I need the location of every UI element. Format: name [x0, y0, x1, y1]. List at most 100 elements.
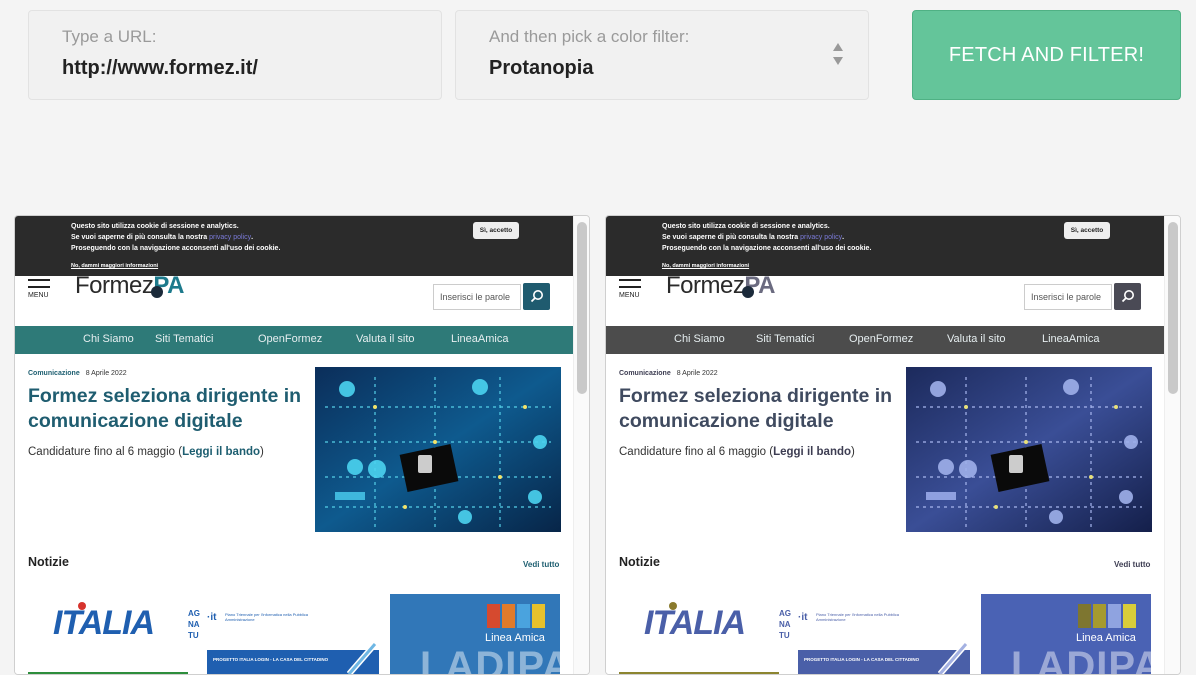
italia-logo-text: ITALIA [53, 604, 155, 642]
news-thumb-piano-triennale[interactable]: ·it Piano Triennale per l'informatica ne… [798, 594, 970, 674]
site-search-input[interactable]: Inserisci le parole [433, 284, 521, 310]
cookie-line1: Questo sito utilizza cookie di sessione … [662, 223, 830, 230]
fetch-and-filter-button[interactable]: FETCH AND FILTER! [912, 10, 1181, 100]
search-icon [1121, 290, 1134, 303]
search-icon [530, 290, 543, 303]
piano-caption: PROGETTO ITALIA LOGIN - LA CASA DEL CITT… [804, 657, 920, 662]
news-thumb-linea-amica[interactable]: Linea Amica LADIPATT [390, 594, 560, 675]
preview-scrollbar[interactable] [1164, 216, 1180, 674]
pencil-icon [938, 642, 969, 674]
italia-side-text: AG NA TU [779, 609, 791, 640]
nav-openformez[interactable]: OpenFormez [849, 333, 913, 345]
sort-arrows-icon [833, 43, 843, 65]
cookie-more-link[interactable]: No, dammi maggiori informazioni [71, 263, 158, 269]
notizie-heading: Notizie [28, 555, 69, 569]
toolbar: Type a URL: http://www.formez.it/ And th… [0, 0, 1196, 198]
nav-openformez[interactable]: OpenFormez [258, 333, 322, 345]
linea-amica-big-text: LADIPATT [420, 644, 560, 675]
cookie-banner: Questo sito utilizza cookie di sessione … [15, 216, 574, 276]
privacy-policy-link[interactable]: privacy policy [209, 234, 251, 241]
cookie-line3: Proseguendo con la navigazione acconsent… [71, 245, 281, 252]
nav-lineaamica[interactable]: LineaAmica [1042, 333, 1099, 345]
article-headline[interactable]: Formez seleziona dirigente in comunicazi… [28, 384, 308, 434]
cookie-line2-text: Se vuoi saperne di più consulta la nostr… [71, 234, 210, 241]
article-sub: Candidature fino al 6 maggio (Leggi il b… [619, 446, 855, 458]
leggi-il-bando-link[interactable]: Leggi il bando [773, 446, 851, 458]
hero-image [315, 367, 561, 532]
menu-icon[interactable] [28, 279, 50, 293]
hero-image [906, 367, 1152, 532]
sub-text: Candidature fino al 6 maggio ( [619, 446, 774, 458]
url-field[interactable]: Type a URL: http://www.formez.it/ [28, 10, 442, 100]
nav-chi-siamo[interactable]: Chi Siamo [674, 333, 725, 345]
it-logo-icon: ·it [798, 612, 808, 623]
article-sub: Candidature fino al 6 maggio (Leggi il b… [28, 446, 264, 458]
site-search-button[interactable] [523, 283, 550, 310]
linea-amica-big-text: LADIPATT [1011, 644, 1151, 675]
filter-label: And then pick a color filter: [489, 27, 690, 46]
nav-lineaamica[interactable]: LineaAmica [451, 333, 508, 345]
cookie-line3: Proseguendo con la navigazione acconsent… [662, 245, 872, 252]
cookie-line2-suffix: . [251, 234, 254, 241]
site-search-input[interactable]: Inserisci le parole [1024, 284, 1112, 310]
nav-valuta-il-sito[interactable]: Valuta il sito [356, 333, 415, 345]
cookie-line2-suffix: . [842, 234, 845, 241]
cookie-accept-button[interactable]: Sì, accetto [1064, 222, 1110, 239]
linea-amica-label: Linea Amica [1076, 632, 1136, 644]
notizie-heading: Notizie [619, 555, 660, 569]
site-preview: Questo sito utilizza cookie di sessione … [15, 216, 574, 675]
linea-amica-label: Linea Amica [485, 632, 545, 644]
cookie-line1: Questo sito utilizza cookie di sessione … [71, 223, 239, 230]
article-headline[interactable]: Formez seleziona dirigente in comunicazi… [619, 384, 899, 434]
article-category[interactable]: Comunicazione [619, 370, 671, 377]
logo-text: Formez [75, 272, 154, 299]
article-date: 8 Aprile 2022 [85, 370, 127, 377]
scrollbar-thumb[interactable] [1168, 222, 1178, 394]
article-category[interactable]: Comunicazione [28, 370, 80, 377]
vedi-tutto-link[interactable]: Vedi tutto [1114, 560, 1150, 569]
url-input[interactable]: http://www.formez.it/ [62, 57, 258, 80]
url-label: Type a URL: [62, 27, 157, 46]
logo-dot-icon [151, 286, 163, 298]
news-thumb-piano-triennale[interactable]: ·it Piano Triennale per l'informatica ne… [207, 594, 379, 674]
piano-triennale-text: Piano Triennale per l'informatica nella … [816, 612, 900, 622]
piano-caption: PROGETTO ITALIA LOGIN - LA CASA DEL CITT… [213, 657, 329, 662]
cookie-line2: Se vuoi saperne di più consulta la nostr… [662, 234, 844, 241]
nav-siti-tematici[interactable]: Siti Tematici [756, 333, 814, 345]
privacy-policy-link[interactable]: privacy policy [800, 234, 842, 241]
italia-logo-text: ITALIA [644, 604, 746, 642]
it-logo-icon: ·it [207, 612, 217, 623]
color-filter-select[interactable]: And then pick a color filter: Protanopia [455, 10, 869, 100]
formez-logo[interactable]: FormezPA [75, 272, 184, 300]
news-thumb-linea-amica[interactable]: Linea Amica LADIPATT [981, 594, 1151, 675]
formez-logo[interactable]: FormezPA [666, 272, 775, 300]
leggi-il-bando-link[interactable]: Leggi il bando [182, 446, 260, 458]
scrollbar-thumb[interactable] [577, 222, 587, 394]
vedi-tutto-link[interactable]: Vedi tutto [523, 560, 559, 569]
preview-scrollbar[interactable] [573, 216, 589, 674]
article-meta: Comunicazione 8 Aprile 2022 [28, 370, 127, 377]
nav-siti-tematici[interactable]: Siti Tematici [155, 333, 213, 345]
filter-value[interactable]: Protanopia [489, 57, 593, 80]
menu-icon[interactable] [619, 279, 641, 293]
sub-text: Candidature fino al 6 maggio ( [28, 446, 183, 458]
cookie-banner: Questo sito utilizza cookie di sessione … [606, 216, 1165, 276]
italia-side-text: AG NA TU [188, 609, 200, 640]
menu-label: MENU [28, 292, 49, 299]
italia-dot-icon [669, 602, 677, 610]
cookie-line2: Se vuoi saperne di più consulta la nostr… [71, 234, 253, 241]
sub-suffix: ) [851, 446, 855, 458]
nav-valuta-il-sito[interactable]: Valuta il sito [947, 333, 1006, 345]
cookie-more-link[interactable]: No, dammi maggiori informazioni [662, 263, 749, 269]
piano-triennale-text: Piano Triennale per l'informatica nella … [225, 612, 309, 622]
filtered-preview-panel: Questo sito utilizza cookie di sessione … [605, 215, 1181, 675]
site-search-button[interactable] [1114, 283, 1141, 310]
pencil-icon [347, 642, 378, 674]
news-thumb-italia[interactable]: ITALIA AG NA TU [619, 594, 791, 674]
linea-amica-tiles [487, 604, 545, 628]
original-preview-panel: Questo sito utilizza cookie di sessione … [14, 215, 590, 675]
news-thumb-italia[interactable]: ITALIA AG NA TU [28, 594, 200, 674]
nav-chi-siamo[interactable]: Chi Siamo [83, 333, 134, 345]
italia-dot-icon [78, 602, 86, 610]
cookie-accept-button[interactable]: Sì, accetto [473, 222, 519, 239]
